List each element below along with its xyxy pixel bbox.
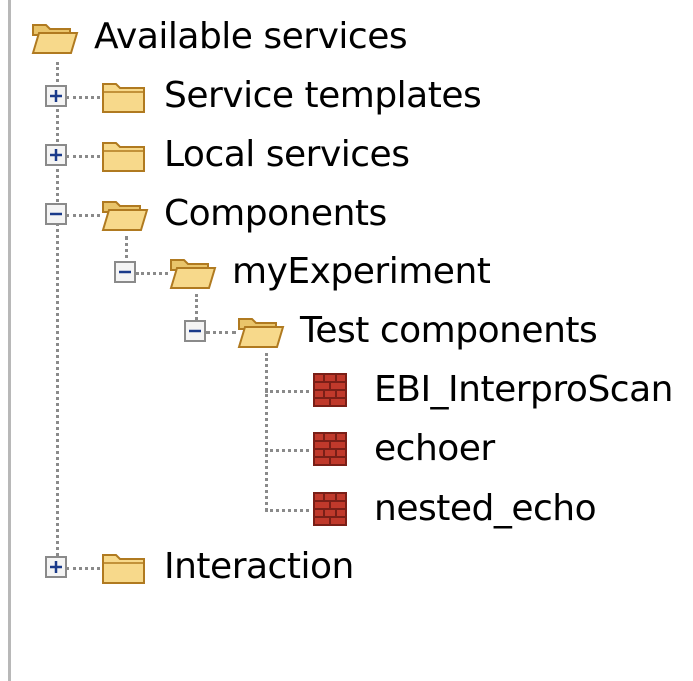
tree-connector-test-components [265, 353, 268, 511]
tree-node-echoer[interactable]: echoer [312, 424, 495, 474]
workflow-brick-icon [312, 431, 348, 467]
workflow-brick-icon [312, 372, 348, 408]
folder-icon [100, 76, 150, 116]
expand-toggle-interaction[interactable] [45, 556, 67, 578]
tree-connector [66, 214, 100, 217]
tree-connector [66, 96, 100, 99]
tree-node-service-templates[interactable]: Service templates [100, 71, 482, 121]
collapse-toggle-myexperiment[interactable] [114, 261, 136, 283]
workflow-brick-icon [312, 491, 348, 527]
expand-toggle-service-templates[interactable] [45, 85, 67, 107]
tree-connector-root [56, 62, 59, 568]
tree-node-label: Service templates [164, 75, 482, 116]
tree-node-nested-echo[interactable]: nested_echo [312, 484, 597, 534]
service-tree: Available services Service templates Loc… [0, 0, 693, 681]
tree-node-label: myExperiment [232, 251, 491, 292]
tree-node-label: EBI_InterproScan [374, 369, 673, 410]
tree-connector [136, 272, 168, 275]
folder-open-icon [100, 194, 150, 234]
tree-node-available-services[interactable]: Available services [30, 12, 408, 62]
folder-icon [100, 547, 150, 587]
tree-node-label: echoer [374, 428, 495, 469]
tree-connector [265, 449, 309, 452]
tree-node-myexperiment[interactable]: myExperiment [168, 247, 491, 297]
tree-connector [206, 331, 236, 334]
tree-node-label: nested_echo [374, 488, 597, 529]
folder-open-icon [168, 252, 218, 292]
tree-node-ebi-interproscan[interactable]: EBI_InterproScan [312, 365, 673, 415]
tree-node-test-components[interactable]: Test components [236, 306, 598, 356]
tree-connector [265, 509, 309, 512]
folder-open-icon [236, 311, 286, 351]
tree-node-interaction[interactable]: Interaction [100, 542, 354, 592]
tree-node-label: Available services [94, 16, 408, 57]
tree-connector [265, 390, 309, 393]
collapse-toggle-components[interactable] [45, 203, 67, 225]
tree-connector [66, 567, 100, 570]
tree-node-components[interactable]: Components [100, 189, 387, 239]
folder-open-icon [30, 17, 80, 57]
collapse-toggle-test-components[interactable] [184, 320, 206, 342]
tree-node-label: Local services [164, 134, 410, 175]
tree-node-local-services[interactable]: Local services [100, 130, 410, 180]
tree-node-label: Test components [300, 310, 598, 351]
tree-connector [66, 155, 100, 158]
folder-icon [100, 135, 150, 175]
tree-node-label: Components [164, 193, 387, 234]
expand-toggle-local-services[interactable] [45, 144, 67, 166]
tree-node-label: Interaction [164, 546, 354, 587]
